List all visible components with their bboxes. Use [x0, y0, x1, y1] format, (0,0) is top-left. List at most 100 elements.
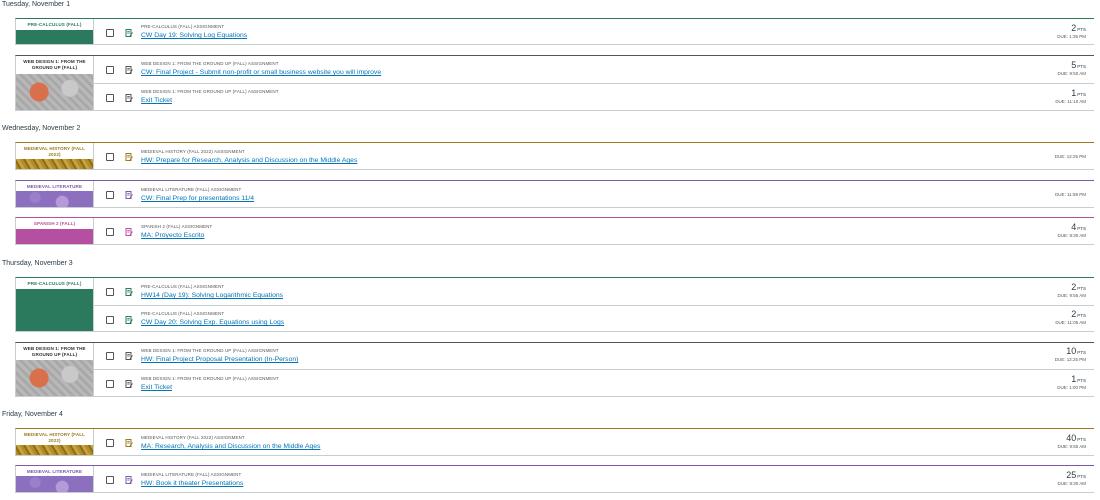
course-badge[interactable]: MEDIEVAL LITERATURE (FALL)	[16, 466, 94, 492]
due-time: DUE: 11:59 PM	[1055, 192, 1086, 197]
planner-item: WEB DESIGN 1: FROM THE GROUND UP (FALL) …	[94, 370, 1094, 398]
course-badge[interactable]: WEB DESIGN 1: FROM THE GROUND UP (FALL)	[16, 343, 94, 396]
course-group-web-design: WEB DESIGN 1: FROM THE GROUND UP (FALL) …	[15, 342, 1094, 397]
planner-item: WEB DESIGN 1: FROM THE GROUND UP (FALL) …	[94, 343, 1094, 370]
assignment-link[interactable]: CW Day 19: Solving Log Equations	[141, 32, 247, 39]
course-group-precalculus: PRE-CALCULUS (FALL) PRE-CALCULUS (FALL) …	[15, 277, 1094, 332]
assignment-link[interactable]: HW: Prepare for Research, Analysis and D…	[141, 157, 357, 164]
checkbox-icon[interactable]	[106, 315, 114, 324]
course-image	[16, 191, 93, 207]
points: 1PTS	[1071, 374, 1086, 384]
assignment-icon	[125, 191, 133, 199]
course-image	[16, 360, 93, 396]
points: 4PTS	[1071, 222, 1086, 232]
course-name: WEB DESIGN 1: FROM THE GROUND UP (FALL)	[23, 59, 86, 70]
planner-item: MEDIEVAL LITERATURE (FALL) ASSIGNMENT HW…	[94, 466, 1094, 494]
assignment-icon	[125, 228, 133, 236]
course-badge[interactable]: MEDIEVAL LITERATURE (FALL)	[16, 181, 94, 207]
course-image	[16, 445, 93, 455]
item-course-type: WEB DESIGN 1: FROM THE GROUND UP (FALL) …	[141, 348, 279, 353]
assignment-link[interactable]: HW: Final Project Proposal Presentation …	[141, 356, 298, 363]
checkbox-icon[interactable]	[106, 94, 114, 102]
due-time: DUE: 9:50 AM	[1057, 71, 1086, 76]
course-badge[interactable]: SPANISH 2 (FALL)	[16, 218, 94, 244]
assignment-link[interactable]: HW14 (Day 19): Solving Logarithmic Equat…	[141, 292, 283, 299]
course-image	[16, 229, 93, 244]
assignment-link[interactable]: CW Day 20: Solving Exp. Equations using …	[141, 319, 284, 326]
assignment-icon	[125, 315, 133, 324]
assignment-icon	[125, 94, 133, 102]
course-group-medieval-literature: MEDIEVAL LITERATURE (FALL) MEDIEVAL LITE…	[15, 465, 1094, 493]
due-time: DUE: 11:05 AM	[1055, 320, 1086, 325]
day-header: Friday, November 4	[2, 411, 63, 418]
checkbox-icon[interactable]	[106, 439, 114, 447]
course-name: PRE-CALCULUS (FALL)	[27, 281, 82, 286]
due-time: DUE: 9:55 AM	[1057, 293, 1086, 298]
planner-item: MEDIEVAL LITERATURE (FALL) ASSIGNMENT CW…	[94, 181, 1094, 209]
course-name: SPANISH 2 (FALL)	[33, 221, 76, 226]
planner-item: MEDIEVAL HISTORY (FALL 2022) ASSIGNMENT …	[94, 429, 1094, 457]
day-header: Tuesday, November 1	[2, 1, 71, 8]
due-time: DUE: 8:30 AM	[1057, 233, 1086, 238]
assignment-icon	[125, 352, 133, 360]
course-name: MEDIEVAL HISTORY (FALL 2022)	[23, 146, 86, 157]
assignment-icon	[125, 287, 133, 296]
due-time: DUE: 8:30 AM	[1057, 481, 1086, 486]
course-badge[interactable]: MEDIEVAL HISTORY (FALL 2022)	[16, 429, 94, 455]
course-group-precalculus: PRE-CALCULUS (FALL) PRE-CALCULUS (FALL) …	[15, 18, 1094, 45]
points: 10PTS	[1066, 346, 1086, 356]
assignment-link[interactable]: Exit Ticket	[141, 97, 172, 104]
assignment-icon	[125, 65, 133, 74]
due-time: DUE: 12:25 PM	[1054, 357, 1086, 362]
checkbox-icon[interactable]	[106, 380, 114, 388]
checkbox-icon[interactable]	[106, 28, 114, 37]
checkbox-icon[interactable]	[106, 352, 114, 360]
assignment-icon	[125, 476, 133, 484]
assignment-icon	[125, 28, 133, 37]
planner-item: SPANISH 2 (FALL) ASSIGNMENT MA: Proyecto…	[94, 218, 1094, 246]
planner-item: PRE-CALCULUS (FALL) ASSIGNMENT CW Day 20…	[94, 306, 1094, 333]
item-course-type: SPANISH 2 (FALL) ASSIGNMENT	[141, 224, 213, 229]
item-course-type: MEDIEVAL LITERATURE (FALL) ASSIGNMENT	[141, 472, 242, 477]
course-image	[16, 289, 93, 331]
course-group-medieval-history: MEDIEVAL HISTORY (FALL 2022) MEDIEVAL HI…	[15, 142, 1094, 170]
course-badge[interactable]: WEB DESIGN 1: FROM THE GROUND UP (FALL)	[16, 56, 94, 110]
assignment-link[interactable]: CW: Final Prep for presentations 11/4	[141, 195, 254, 202]
assignment-link[interactable]: MA: Proyecto Escrito	[141, 232, 204, 239]
day-header: Thursday, November 3	[2, 260, 73, 267]
assignment-link[interactable]: CW: Final Project - Submit non-profit or…	[141, 69, 381, 76]
planner-item: PRE-CALCULUS (FALL) ASSIGNMENT HW14 (Day…	[94, 278, 1094, 306]
item-course-type: PRE-CALCULUS (FALL) ASSIGNMENT	[141, 284, 225, 289]
points: 25PTS	[1066, 470, 1086, 480]
item-course-type: MEDIEVAL HISTORY (FALL 2022) ASSIGNMENT	[141, 435, 245, 440]
due-time: DUE: 11:10 AM	[1055, 99, 1086, 104]
checkbox-icon[interactable]	[106, 228, 114, 236]
checkbox-icon[interactable]	[106, 153, 114, 161]
course-name: MEDIEVAL HISTORY (FALL 2022)	[23, 432, 86, 443]
course-image	[16, 74, 93, 110]
course-group-web-design: WEB DESIGN 1: FROM THE GROUND UP (FALL) …	[15, 55, 1094, 111]
course-badge[interactable]: MEDIEVAL HISTORY (FALL 2022)	[16, 143, 94, 169]
item-course-type: MEDIEVAL LITERATURE (FALL) ASSIGNMENT	[141, 187, 242, 192]
course-group-medieval-literature: MEDIEVAL LITERATURE (FALL) MEDIEVAL LITE…	[15, 180, 1094, 208]
assignment-link[interactable]: HW: Book it theater Presentations	[141, 480, 243, 487]
assignment-link[interactable]: MA: Research, Analysis and Discussion on…	[141, 443, 320, 450]
checkbox-icon[interactable]	[106, 287, 114, 296]
checkbox-icon[interactable]	[106, 191, 114, 199]
day-header: Wednesday, November 2	[2, 125, 81, 132]
assignment-icon	[125, 439, 133, 447]
course-group-medieval-history: MEDIEVAL HISTORY (FALL 2022) MEDIEVAL HI…	[15, 428, 1094, 456]
due-time: DUE: 1:00 PM	[1057, 385, 1086, 390]
points: 40PTS	[1066, 433, 1086, 443]
checkbox-icon[interactable]	[106, 65, 114, 74]
assignment-link[interactable]: Exit Ticket	[141, 384, 172, 391]
planner-item: WEB DESIGN 1: FROM THE GROUND UP (FALL) …	[94, 56, 1094, 84]
due-time: DUE: 9:55 AM	[1057, 444, 1086, 449]
item-course-type: WEB DESIGN 1: FROM THE GROUND UP (FALL) …	[141, 61, 279, 66]
course-badge[interactable]: PRE-CALCULUS (FALL)	[16, 19, 94, 44]
checkbox-icon[interactable]	[106, 476, 114, 484]
assignment-icon	[125, 380, 133, 388]
due-time: DUE: 12:25 PM	[1054, 154, 1086, 159]
course-badge[interactable]: PRE-CALCULUS (FALL)	[16, 278, 94, 331]
planner-item: WEB DESIGN 1: FROM THE GROUND UP (FALL) …	[94, 84, 1094, 112]
